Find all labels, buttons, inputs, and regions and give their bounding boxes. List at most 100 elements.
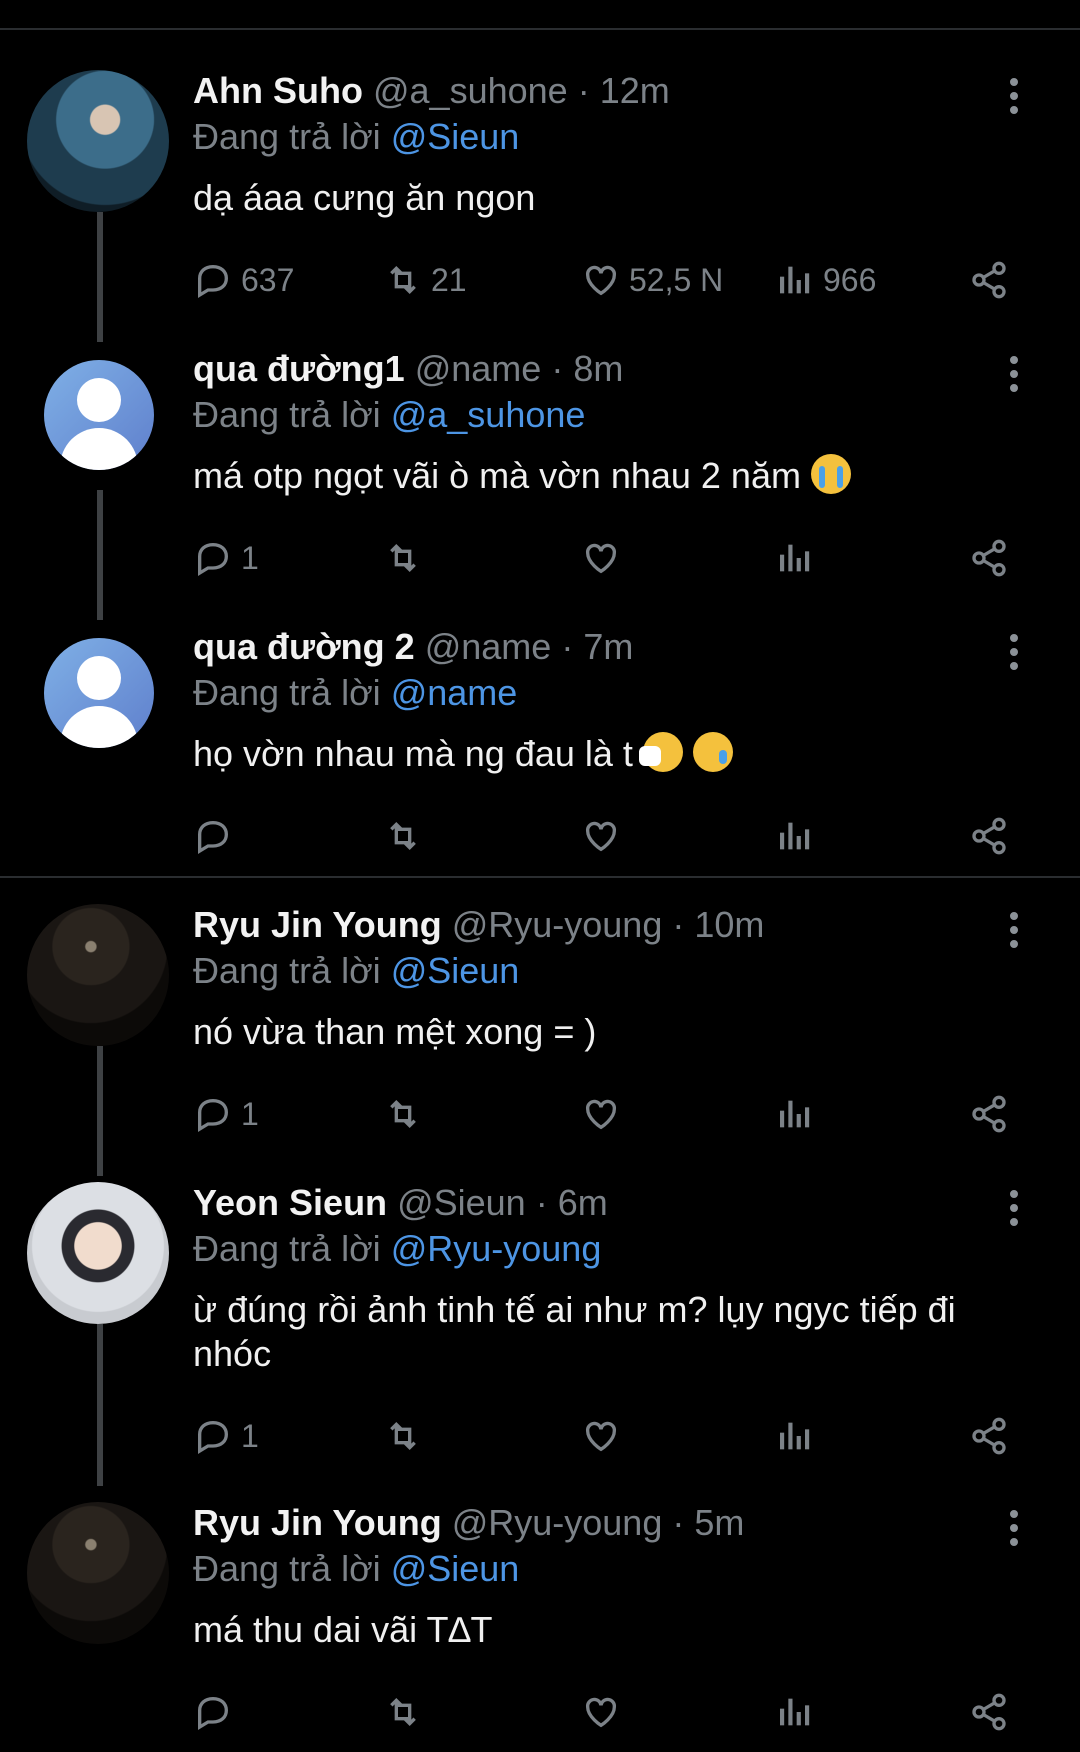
share-button[interactable] (969, 256, 1009, 304)
views-button[interactable] (775, 1412, 815, 1460)
share-button[interactable] (969, 812, 1009, 860)
tweet-text: dạ áaa cưng ăn ngon (193, 176, 1023, 220)
reply-context: Đang trả lời @Ryu-young (193, 1228, 601, 1270)
like-button[interactable] (581, 1412, 621, 1460)
reply-prefix: Đang trả lời (193, 1228, 381, 1269)
author-name[interactable]: Yeon Sieun (193, 1182, 387, 1223)
mention-link[interactable]: @Ryu-young (391, 1228, 602, 1269)
tweet-text: má thu dai vãi T∆T (193, 1608, 1023, 1652)
like-button[interactable] (581, 812, 621, 860)
retweet-button[interactable] (383, 1412, 423, 1460)
tweet[interactable]: Ryu Jin Young @Ryu-young · 10m Đang trả … (0, 894, 1080, 1184)
tweet[interactable]: Ahn Suho @a_suhone · 12m Đang trả lời @S… (0, 60, 1080, 350)
tweet[interactable]: qua đường1 @name · 8m Đang trả lời @a_su… (0, 338, 1080, 620)
views-icon (780, 266, 810, 294)
more-icon[interactable] (1010, 1510, 1022, 1552)
reply-icon (198, 264, 229, 298)
like-button[interactable] (581, 1090, 621, 1138)
author-handle[interactable]: @name (425, 626, 552, 667)
author-name[interactable]: qua đường1 (193, 348, 405, 389)
avatar[interactable] (27, 70, 169, 212)
views-button[interactable] (775, 1090, 815, 1138)
reply-count: 1 (241, 1417, 259, 1454)
author-name[interactable]: qua đường 2 (193, 626, 415, 667)
retweet-button[interactable] (383, 534, 423, 582)
like-button[interactable] (581, 1688, 621, 1736)
views-button[interactable] (775, 534, 815, 582)
share-button[interactable] (969, 534, 1009, 582)
timestamp[interactable]: 5m (694, 1502, 744, 1543)
tweet-header: Ryu Jin Young @Ryu-young · 5m (193, 1502, 744, 1544)
tweet[interactable]: Yeon Sieun @Sieun · 6m Đang trả lời @Ryu… (0, 1172, 1080, 1494)
mention-link[interactable]: @a_suhone (391, 394, 586, 435)
avatar[interactable] (44, 360, 154, 470)
loudly-crying-face-icon (810, 454, 851, 494)
retweet-button[interactable] (383, 1090, 423, 1138)
retweet-icon (390, 1697, 416, 1727)
tweet[interactable]: Ryu Jin Young @Ryu-young · 5m Đang trả l… (0, 1492, 1080, 1752)
author-name[interactable]: Ryu Jin Young (193, 904, 442, 945)
action-bar (193, 1688, 1023, 1736)
views-button[interactable] (775, 1688, 815, 1736)
share-button[interactable] (969, 1688, 1009, 1736)
views-button[interactable] (775, 812, 815, 860)
more-icon[interactable] (1010, 1190, 1022, 1232)
more-icon[interactable] (1010, 356, 1022, 398)
mention-link[interactable]: @Sieun (391, 1548, 520, 1589)
like-button[interactable] (581, 534, 621, 582)
dot-separator: · (551, 348, 564, 389)
reply-prefix: Đang trả lời (193, 116, 381, 157)
timestamp[interactable]: 6m (558, 1182, 608, 1223)
share-button[interactable] (969, 1412, 1009, 1460)
avatar[interactable] (27, 1182, 169, 1324)
timestamp[interactable]: 8m (573, 348, 623, 389)
reply-button[interactable]: 1 (193, 1090, 259, 1138)
author-handle[interactable]: @Ryu-young (452, 904, 663, 945)
mention-link[interactable]: @Sieun (391, 116, 520, 157)
avatar[interactable] (44, 638, 154, 748)
retweet-button[interactable] (383, 1688, 423, 1736)
reply-button[interactable] (193, 812, 233, 860)
like-button[interactable]: 52,5 N (581, 256, 723, 304)
tweet-text-body: nó vừa than mệt xong = ) (193, 1011, 597, 1052)
reply-button[interactable]: 1 (193, 1412, 259, 1460)
tweet[interactable]: qua đường 2 @name · 7m Đang trả lời @nam… (0, 616, 1080, 876)
retweet-button[interactable]: 21 (383, 256, 467, 304)
timestamp[interactable]: 7m (583, 626, 633, 667)
timestamp[interactable]: 12m (600, 70, 670, 111)
reply-context: Đang trả lời @Sieun (193, 950, 519, 992)
thread-line (97, 212, 103, 342)
tweet-text-body: má thu dai vãi T∆T (193, 1609, 493, 1650)
more-icon[interactable] (1010, 634, 1022, 676)
mention-link[interactable]: @name (391, 672, 518, 713)
share-button[interactable] (969, 1090, 1009, 1138)
author-handle[interactable]: @Sieun (397, 1182, 526, 1223)
dot-separator: · (535, 1182, 548, 1223)
sneezing-face-icon (638, 732, 683, 772)
reply-icon (198, 820, 229, 854)
views-button[interactable]: 966 (775, 256, 876, 304)
author-handle[interactable]: @a_suhone (373, 70, 568, 111)
views-icon (780, 544, 810, 572)
avatar[interactable] (27, 1502, 169, 1644)
avatar[interactable] (27, 904, 169, 1046)
author-name[interactable]: Ahn Suho (193, 70, 363, 111)
more-icon[interactable] (1010, 78, 1022, 120)
more-icon[interactable] (1010, 912, 1022, 954)
like-icon (585, 543, 617, 574)
share-icon (972, 1095, 1006, 1133)
timestamp[interactable]: 10m (694, 904, 764, 945)
reply-button[interactable]: 1 (193, 534, 259, 582)
views-icon (780, 1422, 810, 1450)
author-handle[interactable]: @name (415, 348, 542, 389)
dot-separator: · (672, 904, 685, 945)
dot-separator: · (561, 626, 574, 667)
author-name[interactable]: Ryu Jin Young (193, 1502, 442, 1543)
reply-button[interactable]: 637 (193, 256, 294, 304)
mention-link[interactable]: @Sieun (391, 950, 520, 991)
reply-button[interactable] (193, 1688, 233, 1736)
reply-context: Đang trả lời @a_suhone (193, 394, 585, 436)
retweet-button[interactable] (383, 812, 423, 860)
author-handle[interactable]: @Ryu-young (452, 1502, 663, 1543)
retweet-icon (390, 821, 416, 851)
